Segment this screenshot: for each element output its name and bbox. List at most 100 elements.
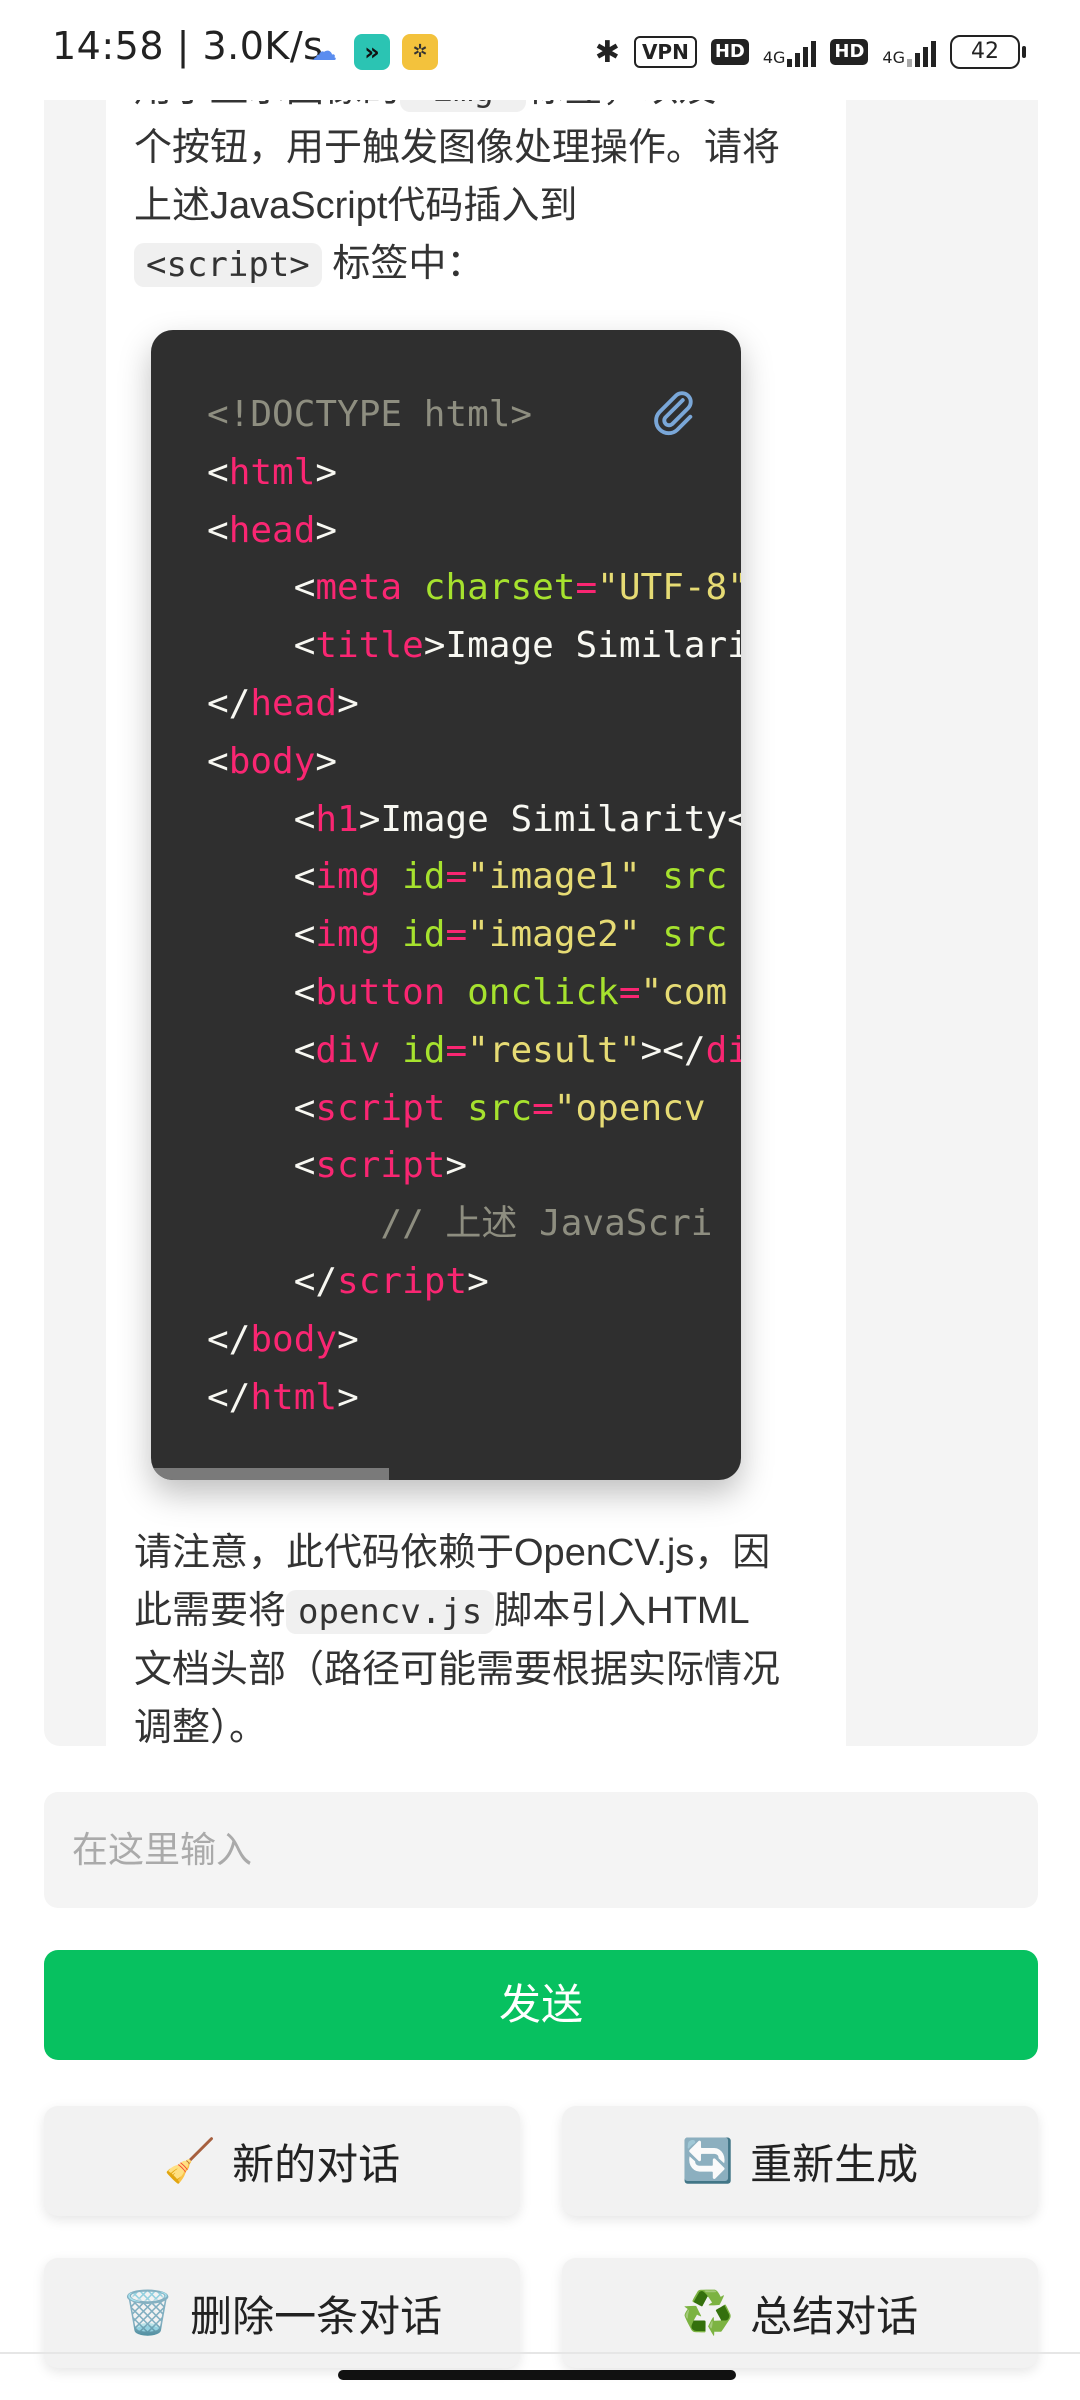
code-token: head [228,509,316,551]
summarize-label: 总结对话 [750,2292,919,2340]
code-token: <!DOCTYPE html> [207,394,533,435]
code-token: "com [640,971,728,1013]
home-indicator[interactable] [338,2370,736,2380]
delete-message-label: 删除一条对话 [190,2292,443,2340]
code-token: "result" [467,1029,641,1071]
code-token: </ [207,682,251,724]
code-line: <body> [207,733,741,791]
nav-divider [0,2352,1080,2354]
code-token: > [445,1145,468,1187]
code-token: body [250,1318,338,1360]
regenerate-button[interactable]: 🔄 重新生成 [562,2106,1038,2216]
code-token: div [315,1029,381,1071]
code-token: charset [423,567,576,609]
code-line: <img id="image2" src [207,906,741,964]
outro-text-2b: 脚本引入HTML [494,1590,750,1632]
code-token: onclick [467,971,619,1013]
code-line: // 上述 JavaScri [207,1195,741,1253]
code-line: <div id="result"></div [207,1022,741,1080]
code-token: > [315,740,338,782]
inline-code-opencv: opencv.js [286,1590,495,1634]
intro-line-2: 个按钮，用于触发图像处理操作。请将 [134,127,781,169]
message-input[interactable] [44,1792,1038,1908]
code-line: <script> [207,1137,741,1195]
code-horizontal-scrollbar[interactable] [151,1468,389,1480]
network-type-2: 4G [882,48,905,67]
outro-text: 请注意，此代码依赖于OpenCV.js，因 此需要将 opencv.js 脚本引入H… [134,1524,834,1757]
code-token: body [228,740,316,782]
code-token: < [207,509,229,551]
code-token: div [705,1029,741,1071]
code-token: > [467,1260,489,1302]
trash-icon: 🗑️ [121,2288,175,2336]
code-line: <h1>Image Similarity</h1> [207,791,741,849]
code-content: <!DOCTYPE html> <html> <head> <meta charse… [207,386,741,1426]
refresh-icon: 🔄 [681,2136,735,2184]
code-token: = [618,971,641,1013]
send-button[interactable]: 发送 [44,1950,1038,2060]
code-token: "UTF-8" [597,567,741,609]
code-token: </ [207,1318,251,1360]
code-token: meta [315,567,403,609]
code-token: < [207,856,316,898]
code-token: < [207,451,229,493]
battery-icon: 42 [950,35,1026,69]
signal-icon-1: 4G [763,37,817,67]
recycle-icon: ♻️ [681,2288,735,2336]
code-token: < [207,625,316,667]
outro-line-2: 此需要将 opencv.js 脚本引入HTML [134,1582,834,1641]
code-token: script [315,1145,446,1187]
code-token: src [662,856,728,898]
battery-level: 42 [971,39,999,64]
vpn-badge: VPN [633,36,697,68]
code-token: < [207,1087,316,1129]
paperclip-icon[interactable] [647,386,699,438]
code-token: >Image Similarity</ [423,625,741,667]
code-token: src [467,1087,533,1129]
code-token: >Image Similarity</ [358,798,741,840]
code-token: script [337,1260,468,1302]
status-bar: 14:58 | 3.0K/s ☁ » ✲ ✱ VPN HD 4G HD 4G 4… [0,0,1080,100]
code-token: < [207,1029,316,1071]
code-token: button [315,971,446,1013]
intro-text-4: 标签中： [332,243,485,285]
code-token: < [207,971,316,1013]
broom-icon: 🧹 [163,2136,217,2184]
code-token: = [445,856,468,898]
code-token: "opencv [553,1087,706,1129]
signal-icon-2: 4G [882,37,936,67]
code-block[interactable]: <!DOCTYPE html> <html> <head> <meta charse… [151,330,741,1480]
code-token: < [207,914,316,956]
code-token: < [207,1145,316,1187]
code-token: = [532,1087,554,1129]
code-token: ></ [640,1029,706,1071]
code-token: = [445,1029,468,1071]
code-token: h1 [315,798,359,840]
hd-badge-1: HD [710,39,749,65]
code-token: = [575,567,598,609]
network-type-1: 4G [762,48,786,67]
new-chat-label: 新的对话 [232,2140,401,2188]
outro-line-3: 文档头部（路径可能需要根据实际情况 [134,1649,781,1691]
new-chat-button[interactable]: 🧹 新的对话 [44,2106,520,2216]
code-token: "image2" [467,914,641,956]
code-token: img [315,856,381,898]
code-token: < [207,567,316,609]
hd-badge-2: HD [830,39,869,65]
code-token: > [337,1376,359,1418]
code-token: img [315,914,381,956]
code-token: script [315,1087,446,1129]
code-token: id [402,914,446,956]
forward-app-icon: » [354,34,390,70]
code-line: <script src="opencv [207,1080,741,1138]
code-token: > [337,1318,359,1360]
code-line: <head> [207,502,741,560]
code-line: <title>Image Similarity</title> [207,617,741,675]
code-token: html [250,1376,338,1418]
code-token: > [337,682,359,724]
